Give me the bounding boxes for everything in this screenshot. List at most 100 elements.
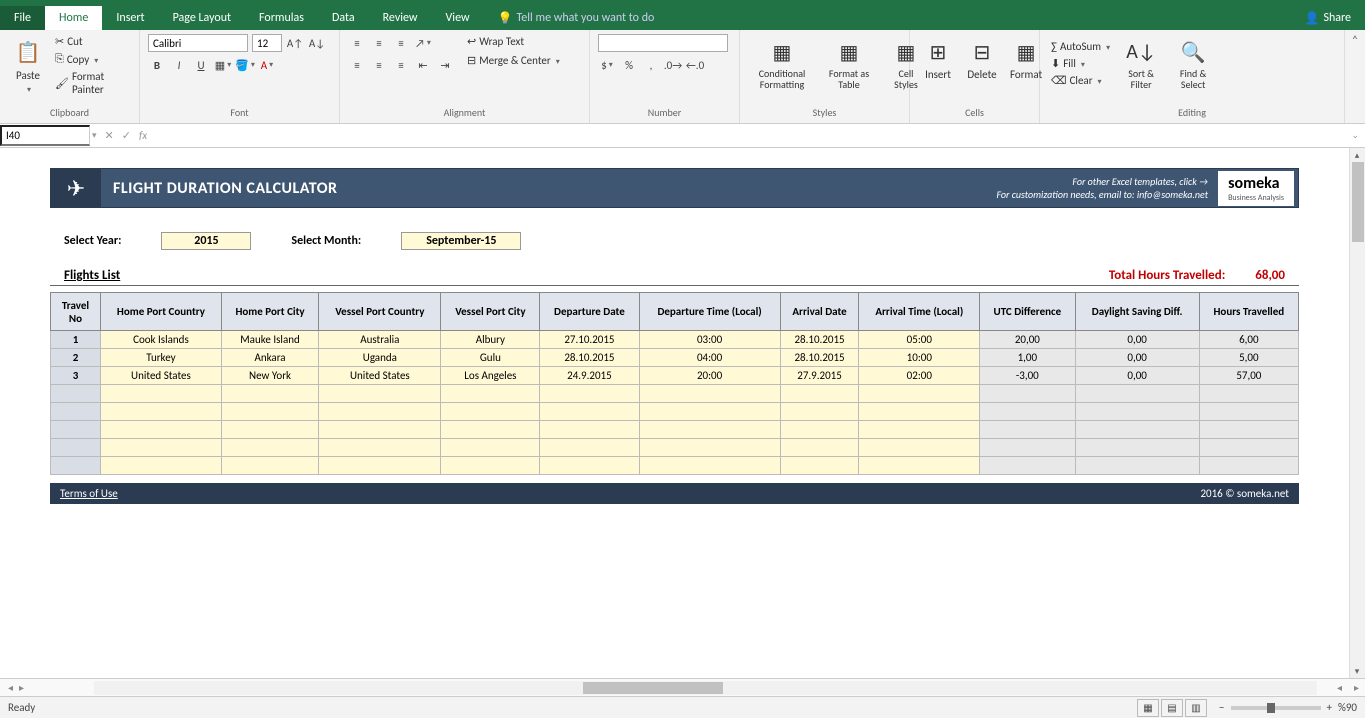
tell-me[interactable]: 💡Tell me what you want to do — [484, 11, 669, 26]
align-top-icon[interactable]: ≡ — [348, 34, 366, 52]
table-cell[interactable]: -3,00 — [980, 367, 1075, 385]
table-cell[interactable] — [980, 457, 1075, 475]
month-select[interactable]: September-15 — [401, 232, 521, 250]
table-cell[interactable] — [639, 457, 780, 475]
table-cell[interactable] — [51, 439, 101, 457]
table-cell[interactable]: New York — [221, 367, 318, 385]
table-cell[interactable] — [540, 421, 639, 439]
table-cell[interactable] — [639, 385, 780, 403]
table-cell[interactable] — [221, 403, 318, 421]
table-cell[interactable] — [1199, 385, 1298, 403]
table-cell[interactable] — [639, 421, 780, 439]
table-cell[interactable]: 28.10.2015 — [780, 331, 859, 349]
fill-button[interactable]: ⬇Fill — [1048, 56, 1113, 71]
table-cell[interactable]: 27.10.2015 — [540, 331, 639, 349]
table-cell[interactable] — [1199, 457, 1298, 475]
table-cell[interactable] — [859, 457, 980, 475]
tab-file[interactable]: File — [0, 6, 45, 30]
table-cell[interactable] — [101, 457, 222, 475]
sort-filter-button[interactable]: A↓Sort & Filter — [1117, 34, 1165, 92]
table-row[interactable] — [51, 385, 1299, 403]
table-cell[interactable]: 03:00 — [639, 331, 780, 349]
table-cell[interactable]: 20:00 — [639, 367, 780, 385]
table-cell[interactable]: 27.9.2015 — [780, 367, 859, 385]
table-cell[interactable]: 04:00 — [639, 349, 780, 367]
fx-icon[interactable]: fx — [139, 129, 147, 142]
table-cell[interactable] — [319, 421, 441, 439]
table-cell[interactable]: 2 — [51, 349, 101, 367]
table-cell[interactable]: 24.9.2015 — [540, 367, 639, 385]
table-row[interactable]: 2TurkeyAnkaraUgandaGulu28.10.201504:0028… — [51, 349, 1299, 367]
zoom-control[interactable]: − + %90 — [1219, 701, 1357, 714]
merge-center-button[interactable]: ⊟Merge & Center — [464, 53, 563, 68]
table-cell[interactable]: 5,00 — [1199, 349, 1298, 367]
enter-icon[interactable]: ✓ — [122, 129, 131, 142]
table-cell[interactable] — [101, 403, 222, 421]
fill-color-button[interactable]: 🪣 — [236, 56, 254, 74]
table-cell[interactable] — [540, 403, 639, 421]
table-cell[interactable] — [859, 421, 980, 439]
cancel-icon[interactable]: ✕ — [105, 129, 114, 142]
table-cell[interactable] — [780, 439, 859, 457]
table-row[interactable]: 1Cook IslandsMauke IslandAustraliaAlbury… — [51, 331, 1299, 349]
table-cell[interactable] — [221, 385, 318, 403]
table-cell[interactable] — [319, 457, 441, 475]
delete-cells-button[interactable]: ⊟Delete — [962, 34, 1002, 83]
table-cell[interactable] — [441, 457, 540, 475]
table-cell[interactable] — [639, 403, 780, 421]
table-cell[interactable] — [1075, 403, 1199, 421]
table-cell[interactable]: 10:00 — [859, 349, 980, 367]
table-cell[interactable] — [101, 439, 222, 457]
align-center-icon[interactable]: ≡ — [370, 56, 388, 74]
scroll-thumb[interactable] — [1352, 162, 1364, 242]
increase-font-icon[interactable]: A↑ — [286, 34, 304, 52]
indent-right-icon[interactable]: ⇥ — [436, 56, 454, 74]
tab-formulas[interactable]: Formulas — [245, 6, 318, 30]
chevron-down-icon[interactable]: ▾ — [90, 130, 99, 141]
scroll-up-icon[interactable]: ▴ — [1350, 148, 1364, 162]
indent-left-icon[interactable]: ⇤ — [414, 56, 432, 74]
table-cell[interactable] — [980, 403, 1075, 421]
table-cell[interactable] — [319, 403, 441, 421]
table-cell[interactable] — [1075, 421, 1199, 439]
table-cell[interactable]: 02:00 — [859, 367, 980, 385]
table-cell[interactable] — [980, 439, 1075, 457]
find-select-button[interactable]: 🔍Find & Select — [1169, 34, 1217, 92]
table-cell[interactable] — [780, 421, 859, 439]
align-right-icon[interactable]: ≡ — [392, 56, 410, 74]
table-cell[interactable]: 0,00 — [1075, 331, 1199, 349]
underline-button[interactable]: U — [192, 56, 210, 74]
table-cell[interactable] — [441, 439, 540, 457]
table-cell[interactable] — [780, 457, 859, 475]
table-row[interactable] — [51, 439, 1299, 457]
table-cell[interactable] — [51, 385, 101, 403]
collapse-ribbon-icon[interactable]: ˄ — [1345, 30, 1365, 123]
table-cell[interactable] — [1075, 439, 1199, 457]
table-cell[interactable] — [1075, 457, 1199, 475]
table-cell[interactable]: 28.10.2015 — [540, 349, 639, 367]
table-cell[interactable]: 0,00 — [1075, 349, 1199, 367]
hscroll-thumb[interactable] — [583, 682, 723, 694]
table-cell[interactable] — [319, 439, 441, 457]
scroll-right-icon[interactable]: ▸ — [1348, 681, 1365, 694]
tab-insert[interactable]: Insert — [102, 6, 158, 30]
decrease-decimal-icon[interactable]: ←.0 — [686, 56, 704, 74]
table-cell[interactable] — [1199, 421, 1298, 439]
table-row[interactable] — [51, 403, 1299, 421]
align-bottom-icon[interactable]: ≡ — [392, 34, 410, 52]
percent-format-icon[interactable]: % — [620, 56, 638, 74]
table-cell[interactable] — [540, 457, 639, 475]
table-cell[interactable]: 6,00 — [1199, 331, 1298, 349]
format-painter-button[interactable]: 🖌Format Painter — [52, 69, 131, 97]
zoom-thumb[interactable] — [1267, 703, 1275, 713]
copy-button[interactable]: ⎘Copy — [52, 51, 131, 67]
year-select[interactable]: 2015 — [161, 232, 251, 250]
table-cell[interactable]: 20,00 — [980, 331, 1075, 349]
table-cell[interactable] — [1075, 385, 1199, 403]
sheet-tab-nav[interactable]: ◂▸ — [0, 681, 80, 694]
table-cell[interactable] — [101, 385, 222, 403]
view-page-break-button[interactable]: ▥ — [1185, 699, 1207, 717]
align-left-icon[interactable]: ≡ — [348, 56, 366, 74]
table-cell[interactable]: Los Angeles — [441, 367, 540, 385]
table-cell[interactable] — [101, 421, 222, 439]
